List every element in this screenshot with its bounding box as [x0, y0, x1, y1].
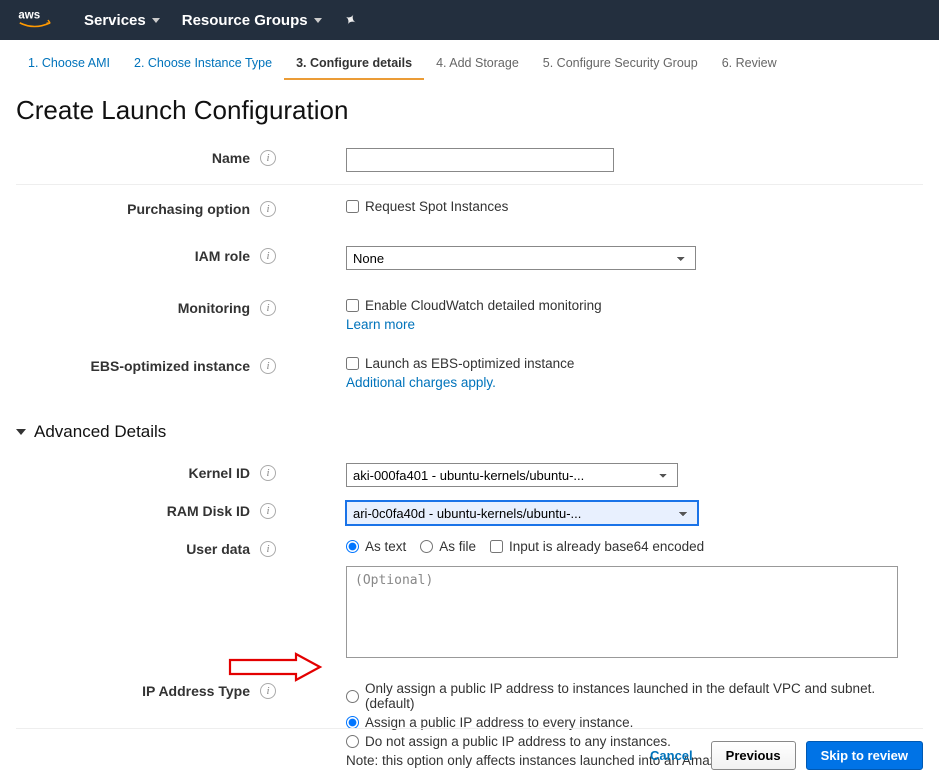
ebs-checkbox[interactable]: [346, 357, 359, 370]
row-name: Name i: [16, 140, 923, 185]
aws-logo[interactable]: aws: [18, 7, 62, 33]
footer: Cancel Previous Skip to review: [16, 728, 923, 770]
cancel-button[interactable]: Cancel: [642, 742, 701, 769]
ebs-label: Launch as EBS-optimized instance: [365, 356, 574, 371]
nav-resource-groups[interactable]: Resource Groups: [182, 12, 322, 29]
info-icon[interactable]: i: [260, 150, 276, 166]
advanced-details-header[interactable]: Advanced Details: [16, 416, 923, 449]
spot-label: Request Spot Instances: [365, 199, 508, 214]
wizard-step-1[interactable]: 1. Choose AMI: [16, 50, 122, 80]
wizard-step-5[interactable]: 5. Configure Security Group: [531, 50, 710, 80]
info-icon[interactable]: i: [260, 358, 276, 374]
iam-role-select[interactable]: None: [346, 246, 696, 270]
pin-icon[interactable]: ✦: [340, 9, 360, 31]
nav-resource-groups-label: Resource Groups: [182, 12, 308, 29]
wizard-step-2[interactable]: 2. Choose Instance Type: [122, 50, 284, 80]
row-monitoring: Monitoring i Enable CloudWatch detailed …: [16, 290, 923, 338]
userdata-base64-label: Input is already base64 encoded: [509, 539, 704, 554]
ebs-checkbox-wrap[interactable]: Launch as EBS-optimized instance: [346, 356, 923, 371]
wizard-steps: 1. Choose AMI 2. Choose Instance Type 3.…: [0, 40, 939, 81]
userdata-asfile-wrap[interactable]: As file: [420, 539, 476, 554]
row-purchasing: Purchasing option i Request Spot Instanc…: [16, 191, 923, 224]
label-ramdisk: RAM Disk ID: [167, 503, 250, 519]
label-iptype: IP Address Type: [142, 683, 250, 699]
label-userdata: User data: [186, 541, 250, 557]
caret-down-icon: [152, 18, 160, 23]
wizard-step-6[interactable]: 6. Review: [710, 50, 789, 80]
monitoring-label: Enable CloudWatch detailed monitoring: [365, 298, 602, 313]
nav-services-label: Services: [84, 12, 146, 29]
caret-down-icon: [314, 18, 322, 23]
info-icon[interactable]: i: [260, 201, 276, 217]
info-icon[interactable]: i: [260, 465, 276, 481]
userdata-asfile-label: As file: [439, 539, 476, 554]
row-userdata: User data i As text As file Input is alr…: [16, 531, 923, 667]
wizard-step-4[interactable]: 4. Add Storage: [424, 50, 531, 80]
userdata-base64-wrap[interactable]: Input is already base64 encoded: [490, 539, 704, 554]
userdata-asfile-radio[interactable]: [420, 540, 433, 553]
page-title: Create Launch Configuration: [16, 95, 923, 126]
userdata-astext-label: As text: [365, 539, 406, 554]
ip-opt1-wrap[interactable]: Only assign a public IP address to insta…: [346, 681, 923, 711]
label-iam: IAM role: [195, 248, 250, 264]
row-ebs: EBS-optimized instance i Launch as EBS-o…: [16, 348, 923, 396]
monitoring-checkbox-wrap[interactable]: Enable CloudWatch detailed monitoring: [346, 298, 923, 313]
label-kernel: Kernel ID: [189, 465, 250, 481]
monitoring-checkbox[interactable]: [346, 299, 359, 312]
info-icon[interactable]: i: [260, 503, 276, 519]
page-content: Create Launch Configuration Name i Purch…: [0, 81, 939, 774]
learn-more-link[interactable]: Learn more: [346, 317, 415, 332]
label-monitoring: Monitoring: [178, 300, 250, 316]
label-name: Name: [212, 150, 250, 166]
row-ramdisk: RAM Disk ID i ari-0c0fa40d - ubuntu-kern…: [16, 493, 923, 531]
userdata-astext-wrap[interactable]: As text: [346, 539, 406, 554]
userdata-textarea[interactable]: [346, 566, 898, 658]
additional-charges-link[interactable]: Additional charges apply.: [346, 375, 496, 390]
nav-services[interactable]: Services: [84, 12, 160, 29]
top-nav: aws Services Resource Groups ✦: [0, 0, 939, 40]
spot-checkbox[interactable]: [346, 200, 359, 213]
kernel-select[interactable]: aki-000fa401 - ubuntu-kernels/ubuntu-...: [346, 463, 678, 487]
userdata-base64-checkbox[interactable]: [490, 540, 503, 553]
caret-down-icon: [16, 429, 26, 435]
advanced-title: Advanced Details: [34, 422, 166, 442]
row-iam: IAM role i None: [16, 238, 923, 276]
name-input[interactable]: [346, 148, 614, 172]
ip-opt1-label: Only assign a public IP address to insta…: [365, 681, 923, 711]
info-icon[interactable]: i: [260, 541, 276, 557]
previous-button[interactable]: Previous: [711, 741, 796, 770]
svg-text:aws: aws: [18, 10, 40, 22]
userdata-astext-radio[interactable]: [346, 540, 359, 553]
ip-opt1-radio[interactable]: [346, 690, 359, 703]
skip-to-review-button[interactable]: Skip to review: [806, 741, 923, 770]
info-icon[interactable]: i: [260, 300, 276, 316]
label-ebs: EBS-optimized instance: [91, 358, 250, 374]
spot-checkbox-wrap[interactable]: Request Spot Instances: [346, 199, 923, 214]
row-kernel: Kernel ID i aki-000fa401 - ubuntu-kernel…: [16, 455, 923, 493]
label-purchasing: Purchasing option: [127, 201, 250, 217]
info-icon[interactable]: i: [260, 248, 276, 264]
ramdisk-select[interactable]: ari-0c0fa40d - ubuntu-kernels/ubuntu-...: [346, 501, 698, 525]
wizard-step-3[interactable]: 3. Configure details: [284, 50, 424, 80]
info-icon[interactable]: i: [260, 683, 276, 699]
